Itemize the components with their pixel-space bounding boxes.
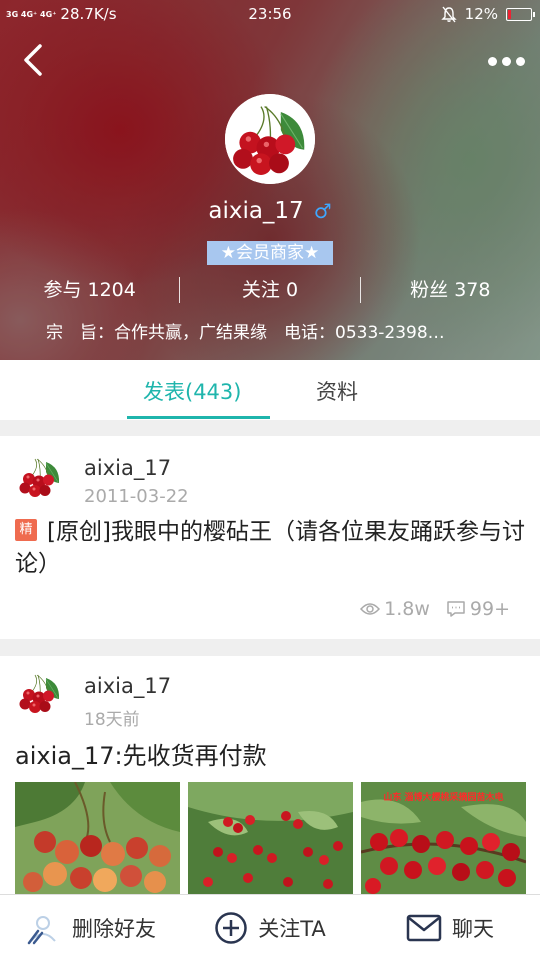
active-tab-indicator bbox=[127, 416, 270, 419]
male-icon: ♂ bbox=[313, 199, 332, 223]
chevron-left-icon bbox=[24, 44, 42, 76]
post-card[interactable]: aixia_17 18天前 aixia_17:先收货再付款 山东 淄博大樱桃采摘… bbox=[0, 656, 540, 896]
post-photos: 山东 淄博大樱桃采摘园苗木电 bbox=[15, 782, 526, 896]
featured-tag: 精 bbox=[15, 519, 37, 541]
view-count: 1.8w bbox=[384, 598, 430, 620]
tab-posts[interactable]: 发表(443) bbox=[143, 376, 241, 406]
avatar[interactable] bbox=[225, 94, 315, 184]
profile-motto: 宗 旨：合作共赢，广结果缘 电话：0533-2398… bbox=[46, 323, 445, 343]
chat-button[interactable]: 聊天 bbox=[360, 895, 540, 960]
delete-friend-button[interactable]: 删除好友 bbox=[0, 895, 180, 960]
back-button[interactable] bbox=[18, 40, 52, 80]
cherry-avatar-image bbox=[225, 94, 315, 184]
post-photo[interactable] bbox=[188, 782, 353, 896]
post-title[interactable]: aixia_17:先收货再付款 bbox=[15, 736, 267, 771]
post-avatar[interactable] bbox=[15, 668, 65, 718]
stat-following[interactable]: 关注 0 bbox=[180, 276, 359, 304]
post-photo[interactable] bbox=[15, 782, 180, 896]
post-avatar[interactable] bbox=[15, 452, 65, 502]
delete-friend-icon bbox=[27, 915, 56, 944]
post-photo[interactable]: 山东 淄博大樱桃采摘园苗木电 bbox=[361, 782, 526, 896]
cherry-photo-image bbox=[188, 782, 353, 896]
tab-bar: 发表(443) 资料 bbox=[0, 360, 540, 420]
battery-icon bbox=[506, 7, 535, 21]
post-author[interactable]: aixia_17 bbox=[84, 674, 171, 698]
profile-name-row: aixia_17 ♂ bbox=[0, 198, 540, 224]
stat-followers[interactable]: 粉丝 378 bbox=[361, 276, 540, 304]
photo-watermark: 山东 淄博大樱桃采摘园苗木电 bbox=[383, 793, 504, 803]
delete-friend-label: 删除好友 bbox=[72, 916, 156, 941]
envelope-icon bbox=[406, 914, 442, 941]
comment-icon bbox=[447, 601, 465, 617]
chat-label: 聊天 bbox=[452, 916, 494, 941]
post-date: 2011-03-22 bbox=[84, 486, 189, 507]
more-dot-icon bbox=[501, 56, 511, 66]
post-title[interactable]: 精 [原创]我眼中的樱砧王（请各位果友踊跃参与讨论） bbox=[15, 516, 525, 580]
profile-username: aixia_17 bbox=[208, 198, 304, 224]
battery-percent: 12% bbox=[464, 5, 498, 23]
plus-circle-icon bbox=[215, 911, 247, 944]
post-card[interactable]: aixia_17 2011-03-22 精 [原创]我眼中的樱砧王（请各位果友踊跃… bbox=[0, 436, 540, 639]
bottom-action-bar: 删除好友 关注TA 聊天 bbox=[0, 894, 540, 960]
post-date: 18天前 bbox=[84, 710, 140, 730]
post-title-text: [原创]我眼中的樱砧王（请各位果友踊跃参与讨论） bbox=[15, 519, 525, 577]
follow-label: 关注TA bbox=[258, 916, 326, 941]
more-options-button[interactable] bbox=[484, 46, 528, 76]
post-author[interactable]: aixia_17 bbox=[84, 456, 171, 480]
post-meta: 1.8w 99+ bbox=[360, 598, 510, 620]
comment-count: 99+ bbox=[469, 598, 510, 620]
stat-participation[interactable]: 参与 1204 bbox=[0, 276, 179, 304]
merchant-badge: ★会员商家★ bbox=[207, 241, 333, 265]
bell-off-icon bbox=[440, 6, 457, 22]
more-dot-icon bbox=[515, 56, 525, 66]
cherry-avatar-image bbox=[15, 452, 65, 502]
eye-icon bbox=[360, 603, 381, 615]
cherry-photo-image bbox=[15, 782, 180, 896]
follow-button[interactable]: 关注TA bbox=[180, 895, 360, 960]
cherry-avatar-image bbox=[15, 668, 65, 718]
more-dot-icon bbox=[487, 56, 497, 66]
profile-stats: 参与 1204 关注 0 粉丝 378 bbox=[0, 276, 540, 304]
status-bar: 3G 4G⁺ 4G⁺ 28.7K/s 23:56 12% bbox=[0, 0, 540, 30]
tab-profile-info[interactable]: 资料 bbox=[316, 376, 358, 406]
